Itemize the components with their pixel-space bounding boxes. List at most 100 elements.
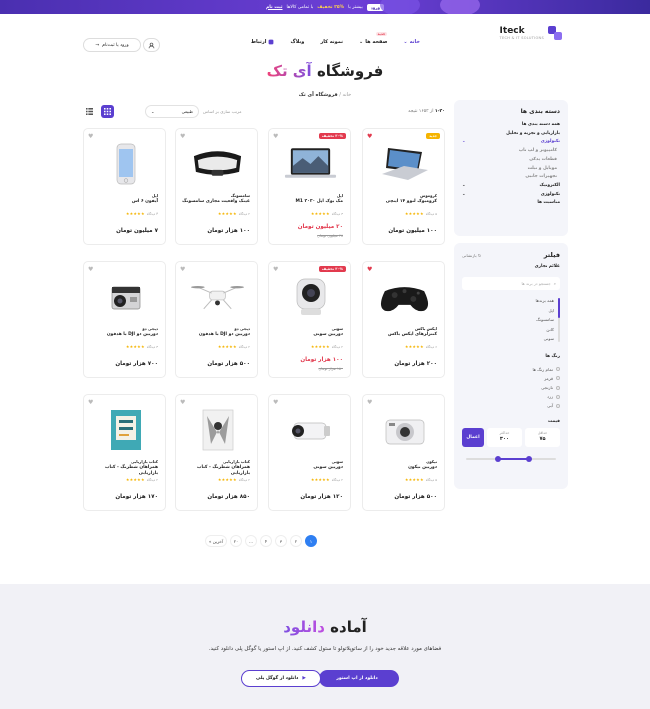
category-item[interactable]: همه دسته بندی ها — [462, 121, 560, 130]
product-image[interactable] — [377, 143, 432, 185]
brand-option[interactable]: سامسونگ — [462, 315, 554, 325]
category-item[interactable]: تجهیزات جانبی — [462, 173, 560, 182]
nav-item-portfolio[interactable]: نمونه کار — [320, 39, 343, 45]
product-name[interactable]: آیفون ۶ اس — [88, 199, 158, 205]
product-name[interactable]: کرومبوک لنوو ۱۴ اینچی — [367, 199, 437, 205]
app-store-button[interactable]: دانلود از اپ استور — [319, 670, 399, 687]
product-name[interactable]: همراهان شطرنگ - کتاب بازاریابی — [88, 465, 158, 476]
radio-icon[interactable] — [556, 385, 560, 390]
list-view-button[interactable] — [83, 105, 96, 118]
page-button[interactable]: ... — [245, 535, 257, 547]
heart-icon[interactable]: ♥ — [367, 133, 372, 140]
product-card[interactable]: ♥ دیجی دو دوربین دو DJI با هدفون ۳ دیدگاه ★★… — [83, 261, 166, 378]
breadcrumb-home[interactable]: خانه — [343, 92, 352, 98]
nav-item-blog[interactable]: وبلاگ — [290, 39, 304, 45]
product-image[interactable] — [377, 276, 432, 318]
product-name[interactable]: همراهان شطرنگ - کتاب بازاریابی — [180, 465, 250, 476]
radio-icon[interactable] — [556, 376, 560, 381]
nav-item-contact[interactable]: ارتباط — [251, 39, 275, 45]
product-card[interactable]: ♥ دیجی دو دوربین دو DJI با هدفون ۲ دیدگاه ★★… — [175, 261, 258, 378]
radio-icon[interactable] — [556, 367, 560, 372]
product-image[interactable] — [98, 276, 153, 318]
category-item[interactable]: بازاریابی و تجزیه و تحلیل — [462, 130, 560, 139]
heart-icon[interactable]: ♥ — [367, 399, 372, 406]
heart-icon[interactable]: ♥ — [180, 133, 185, 140]
sort-select[interactable]: طبیعی ⌄ — [145, 105, 199, 118]
color-option[interactable]: آبی — [462, 401, 560, 410]
product-image[interactable] — [190, 409, 245, 451]
nav-item-home[interactable]: خانه ⌄ — [403, 39, 420, 45]
product-card[interactable]: ♥ جدید کروموس کرومبوک لنوو ۱۴ اینچی ۵ دیدگاه… — [362, 128, 445, 245]
min-price-field[interactable]: حداقل ۷۵ — [525, 427, 560, 447]
color-option[interactable]: نارنجی — [462, 383, 560, 392]
user-button[interactable] — [143, 38, 160, 52]
nav-item-pages[interactable]: جدید صفحه ها ⌄ — [359, 32, 388, 45]
product-name[interactable]: کنترلرهای ایکس باکس — [367, 332, 437, 338]
page-button[interactable]: ۲۰ — [230, 535, 242, 547]
heart-icon[interactable]: ♥ — [88, 266, 93, 273]
brand-option[interactable]: کانن — [462, 325, 554, 335]
color-option[interactable]: زرد — [462, 392, 560, 401]
heart-icon[interactable]: ♥ — [273, 133, 278, 140]
product-image[interactable] — [283, 143, 338, 185]
page-button[interactable]: ۴ — [260, 535, 272, 547]
heart-icon[interactable]: ♥ — [180, 266, 185, 273]
brand-option[interactable]: اپل — [462, 306, 554, 316]
category-item[interactable]: تکنولوژی ⌄ — [462, 191, 560, 200]
page-button[interactable]: ۳ — [275, 535, 287, 547]
product-image[interactable] — [98, 409, 153, 451]
product-name[interactable]: عینک واقعیت مجازی سامسونگ — [180, 199, 250, 205]
promo-link[interactable]: ثبت نام — [266, 5, 283, 10]
color-option[interactable]: قرمز — [462, 374, 560, 383]
brand-option[interactable]: سونی — [462, 334, 554, 344]
product-image[interactable] — [283, 409, 338, 451]
brand-option[interactable]: همه برندها — [462, 296, 554, 306]
heart-icon[interactable]: ♥ — [367, 266, 372, 273]
product-card[interactable]: ♥ ایکس باکس کنترلرهای ایکس باکس ۶ دیدگاه ★★★… — [362, 261, 445, 378]
category-item[interactable]: کامپیوتر و لپ تاپ — [462, 147, 560, 156]
page-button[interactable]: ۲ — [290, 535, 302, 547]
category-item[interactable]: قطعات یدکی — [462, 156, 560, 165]
product-image[interactable] — [377, 409, 432, 451]
category-item[interactable]: موبایل و تبلت — [462, 165, 560, 174]
product-image[interactable] — [98, 143, 153, 185]
product-image[interactable] — [283, 276, 338, 318]
slider-handle-min[interactable] — [494, 455, 501, 462]
product-name[interactable]: دوربین سونی — [273, 465, 343, 471]
product-card[interactable]: ♥ کتاب بازاریابی همراهان شطرنگ - کتاب بازا… — [175, 394, 258, 511]
brand-search-input[interactable]: ⌕ جستجو در برند ها — [462, 277, 560, 290]
category-item[interactable]: مناسبت ها — [462, 199, 560, 208]
product-name[interactable]: دوربین سونی — [273, 332, 343, 338]
product-name[interactable]: دوربین دو DJI با هدفون — [180, 332, 250, 338]
price-slider[interactable] — [462, 455, 560, 462]
category-item[interactable]: تکنولوژی ⌄ — [462, 138, 560, 147]
heart-icon[interactable]: ♥ — [180, 399, 185, 406]
max-price-field[interactable]: حداکثر ۳۰۰ — [487, 427, 522, 447]
product-name[interactable]: مک بوک اپل ۲۰۲۰ M1 — [273, 199, 343, 205]
google-play-button[interactable]: ▶ دانلود از گوگل پلی — [241, 670, 321, 687]
filter-reset[interactable]: ↻ بازنشانی — [462, 253, 481, 258]
category-item[interactable]: الکترونیک ⌄ — [462, 182, 560, 191]
last-page-button[interactable]: آخرین » — [205, 535, 227, 547]
product-image[interactable] — [190, 143, 245, 185]
product-card[interactable]: ♥ کتاب بازاریابی همراهان شطرنگ - کتاب بازا… — [83, 394, 166, 511]
product-card[interactable]: ♥ ۳۰% تخفیف سونی دوربین سونی ۲ دیدگاه ★★★★★ ۱۰… — [268, 261, 351, 378]
radio-icon[interactable] — [556, 403, 560, 408]
product-image[interactable] — [190, 276, 245, 318]
product-card[interactable]: ♥ اپل آیفون ۶ اس ۴ دیدگاه ★★★★★ ۷ میلیون توما… — [83, 128, 166, 245]
product-name[interactable]: دوربین نیکون — [367, 465, 437, 471]
product-card[interactable]: ♥ نیکون دوربین نیکون ۵ دیدگاه ★★★★★ ۵۰۰ هزار … — [362, 394, 445, 511]
heart-icon[interactable]: ♥ — [88, 133, 93, 140]
grid-view-button[interactable] — [101, 105, 114, 118]
heart-icon[interactable]: ♥ — [273, 266, 278, 273]
apply-filter-button[interactable]: اعمال — [462, 427, 484, 447]
color-option[interactable]: تمام رنگ ها — [462, 365, 560, 374]
login-button[interactable]: ورود یا ثبت‌نام → — [83, 38, 141, 52]
product-card[interactable]: ♥ ۳۰% تخفیف اپل مک بوک اپل ۲۰۲۰ M1 ۳ دیدگاه ★… — [268, 128, 351, 245]
radio-icon[interactable] — [556, 394, 560, 399]
product-name[interactable]: دوربین دو DJI با هدفون — [88, 332, 158, 338]
page-button[interactable]: ۱ — [305, 535, 317, 547]
logo[interactable]: Iteck TECH & IT SOLUTIONS — [500, 26, 562, 40]
heart-icon[interactable]: ♥ — [273, 399, 278, 406]
product-card[interactable]: ♥ سامسونگ عینک واقعیت مجازی سامسونگ ۲ دیدگا… — [175, 128, 258, 245]
